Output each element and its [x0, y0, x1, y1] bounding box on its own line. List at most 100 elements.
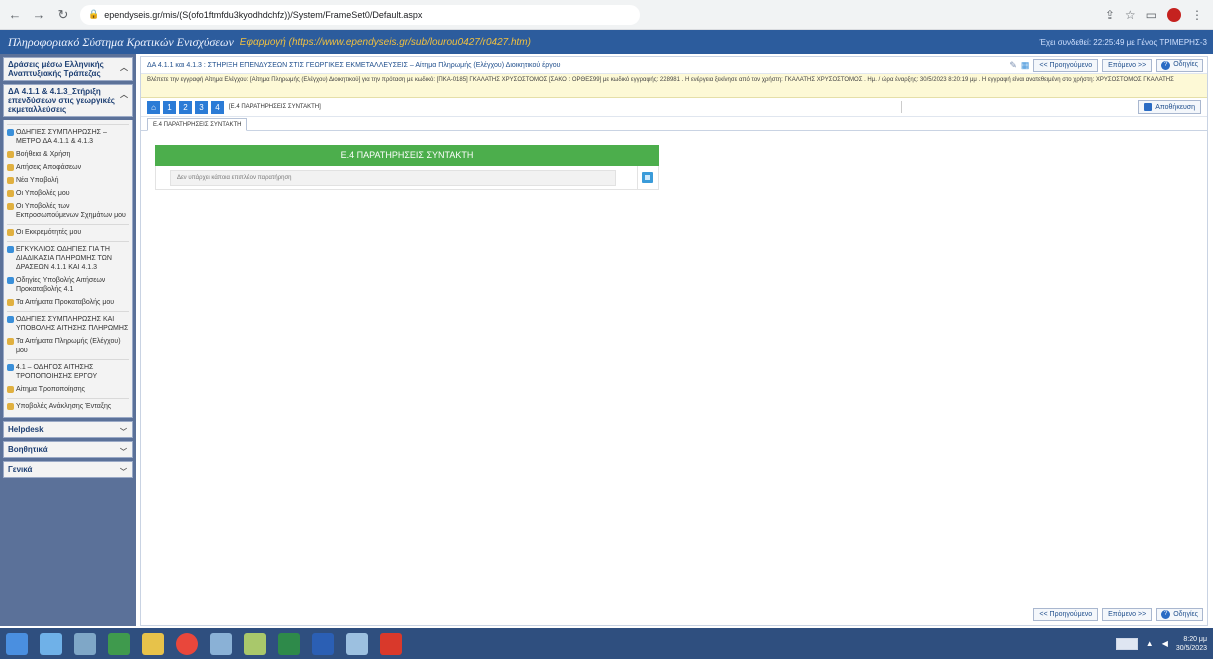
star-icon[interactable]: ☆	[1125, 8, 1136, 22]
sidebar-item-label: Νέα Υποβολή	[16, 177, 59, 184]
url-text: ependyseis.gr/mis/(S(ofo1ftmfdu3kyodhdch…	[104, 9, 423, 20]
sidebar-item[interactable]: ΟΔΗΓΙΕΣ ΣΥΜΠΛΗΡΩΣΗΣ – ΜΕΤΡΟ ΔΑ 4.1.1 & 4…	[7, 124, 129, 148]
sidebar-item-label: Αιτήσεις Αποφάσεων	[16, 164, 82, 171]
chevron-up-icon[interactable]: ︿	[120, 89, 128, 100]
reload-icon[interactable]: ↻	[54, 6, 72, 24]
volume-icon[interactable]: ◀	[1162, 639, 1168, 648]
sidebar-item[interactable]: Οι Υποβολές των Εκπροσωπούμενων Σχημάτων…	[7, 200, 129, 222]
sidebar-item[interactable]: Βοήθεια & Χρήση	[7, 148, 129, 161]
spreadsheet-icon[interactable]	[108, 632, 130, 655]
bullet-icon	[7, 403, 14, 410]
sidebar-subpanel-title-text: ΔΑ 4.1.1 & 4.1.3_Στήριξη επενδύσεων στις…	[8, 87, 115, 114]
sidebar-item[interactable]: 4.1 – ΟΔΗΓΟΣ ΑΙΤΗΣΗΣ ΤΡΟΠΟΠΟΙΗΣΗΣ ΕΡΓΟΥ	[7, 359, 129, 383]
plant-icon[interactable]	[244, 632, 266, 655]
help-button-bottom[interactable]: ? Οδηγίες	[1156, 608, 1203, 621]
step-1[interactable]: 1	[163, 100, 176, 114]
bullet-icon	[7, 316, 14, 323]
comment-field[interactable]: Δεν υπάρχει κάποια επιπλέον παρατήρηση	[170, 169, 616, 186]
prev-button[interactable]: << Προηγούμενο	[1033, 58, 1099, 72]
profile-avatar[interactable]	[1167, 7, 1181, 22]
bullet-icon	[7, 177, 14, 184]
chrome-icon[interactable]	[176, 632, 198, 655]
word-icon[interactable]	[312, 632, 334, 655]
app-icon[interactable]	[210, 632, 232, 655]
keyboard-icon[interactable]	[1115, 637, 1138, 650]
app-link[interactable]: Εφαρμογή (https://www.ependyseis.gr/sub/…	[240, 37, 531, 48]
folder-icon[interactable]	[142, 632, 164, 655]
share-icon[interactable]: ⇪	[1105, 8, 1115, 22]
ie-icon[interactable]	[40, 632, 62, 655]
sidebar-panel-collapsed[interactable]: Βοηθητικά ﹀	[3, 441, 133, 458]
chevron-up-icon[interactable]: ︿	[120, 62, 128, 73]
taskbar: ▲ ◀ 8:20 μμ 30/5/2023	[0, 628, 1213, 659]
sidebar-panel-title[interactable]: Δράσεις μέσω Ελληνικής Αναπτυξιακής Τράπ…	[3, 57, 133, 81]
sidebar-item-label: Υποβολές Ανάκλησης Ένταξης	[16, 403, 112, 410]
sidebar-item[interactable]: ΟΔΗΓΙΕΣ ΣΥΜΠΛΗΡΩΣΗΣ ΚΑΙ ΥΠΟΒΟΛΗΣ ΑΙΤΗΣΗΣ…	[7, 311, 129, 335]
sidebar-item-label: Οι Εκκρεμότητές μου	[16, 229, 82, 236]
sidebar-item[interactable]: ΕΓΚΥΚΛΙΟΣ ΟΔΗΓΙΕΣ ΓΙΑ ΤΗ ΔΙΑΔΙΚΑΣΙΑ ΠΛΗΡ…	[7, 241, 129, 274]
network-icon[interactable]: ▲	[1146, 639, 1154, 648]
sidebar-item[interactable]: Υποβολές Ανάκλησης Ένταξης	[7, 398, 129, 413]
sidebar-item[interactable]: Τα Αιτήματα Πληρωμής (Ελέγχου) μου	[7, 335, 129, 357]
step-4[interactable]: 4	[211, 100, 224, 114]
chevron-down-icon[interactable]: ﹀	[120, 447, 127, 457]
menu-icon[interactable]: ⋮	[1191, 8, 1203, 22]
bullet-icon	[7, 386, 14, 393]
sidebar-item[interactable]: Τα Αιτήματα Προκαταβολής μου	[7, 296, 129, 309]
help-icon: ?	[1161, 60, 1171, 70]
main-panel: ΔΑ 4.1.1 και 4.1.3 : ΣΤΗΡΙΞΗ ΕΠΕΝΔΥΣΕΩΝ …	[140, 56, 1208, 626]
pencil-icon[interactable]: ✎	[1009, 60, 1017, 71]
sidebar-panel-collapsed[interactable]: Γενικά ﹀	[3, 461, 133, 478]
tab-observations[interactable]: Ε.4 ΠΑΡΑΤΗΡΗΣΕΙΣ ΣΥΝΤΑΚΤΗ	[147, 118, 248, 131]
app-title: Πληροφοριακό Σύστημα Κρατικών Ενισχύσεων	[8, 34, 234, 49]
windows-start-icon[interactable]	[6, 632, 28, 655]
sidebar-item[interactable]: Νέα Υποβολή	[7, 174, 129, 187]
record-info-text: Βλέπετε την εγγραφή Αίτημα Ελέγχου: [Αίτ…	[147, 77, 1174, 83]
bullet-icon	[7, 151, 14, 158]
system-tray: ▲ ◀ 8:20 μμ 30/5/2023	[1115, 635, 1207, 653]
clock-time: 8:20 μμ	[1183, 635, 1207, 643]
sidebar-panel-title-text: Δράσεις μέσω Ελληνικής Αναπτυξιακής Τράπ…	[8, 60, 104, 78]
desktop-icon[interactable]	[74, 632, 96, 655]
step-navigation: ⌂ 1 2 3 4 [Ε.4 ΠΑΡΑΤΗΡΗΣΕΙΣ ΣΥΝΤΑΚΤΗ] Απ…	[141, 98, 1207, 117]
sidebar-item[interactable]: Οδηγίες Υποβολής Αιτήσεων Προκαταβολής 4…	[7, 274, 129, 296]
sidebar-item[interactable]: Οι Εκκρεμότητές μου	[7, 224, 129, 239]
clock[interactable]: 8:20 μμ 30/5/2023	[1176, 635, 1207, 653]
edit-icon[interactable]	[642, 172, 653, 183]
divider	[637, 166, 638, 190]
sidebar-panel-collapsed[interactable]: Helpdesk ﹀	[3, 421, 133, 438]
next-button[interactable]: Επόμενο >>	[1102, 58, 1153, 72]
step-3[interactable]: 3	[195, 100, 208, 114]
step-2[interactable]: 2	[179, 100, 192, 114]
help-button[interactable]: ? Οδηγίες	[1156, 58, 1203, 72]
sidebar-item-label: ΕΓΚΥΚΛΙΟΣ ΟΔΗΓΙΕΣ ΓΙΑ ΤΗ ΔΙΑΔΙΚΑΣΙΑ ΠΛΗΡ…	[16, 246, 112, 271]
window-icon[interactable]: ▭	[1146, 8, 1157, 22]
sidebar-item[interactable]: Αίτημα Τροποποίησης	[7, 383, 129, 396]
excel-icon[interactable]	[278, 632, 300, 655]
save-button[interactable]: Αποθήκευση	[1138, 100, 1201, 114]
clock-date: 30/5/2023	[1175, 644, 1207, 652]
sidebar-panel-label: Helpdesk	[8, 425, 44, 434]
sidebar-subpanel-title[interactable]: ΔΑ 4.1.1 & 4.1.3_Στήριξη επενδύσεων στις…	[3, 84, 133, 117]
address-bar[interactable]: 🔒 ependyseis.gr/mis/(S(ofo1ftmfdu3kyodhd…	[80, 4, 640, 25]
paint-icon[interactable]	[346, 632, 368, 655]
save-icon	[1144, 103, 1153, 111]
acrobat-icon[interactable]	[380, 632, 402, 655]
grid-icon[interactable]: ▦	[1021, 60, 1030, 71]
sidebar-panel-label: Βοηθητικά	[8, 445, 48, 454]
bottom-navigation: << Προηγούμενο Επόμενο >> ? Οδηγίες	[1033, 608, 1203, 621]
sidebar-panel-label: Γενικά	[8, 465, 33, 474]
session-info: Έχει συνδεθεί: 22:25:49 με Γένος ΤΡΙΜΕΡΗ…	[1039, 37, 1207, 47]
back-icon[interactable]: ←	[6, 6, 24, 24]
bullet-icon	[7, 299, 14, 306]
prev-button-bottom[interactable]: << Προηγούμενο	[1033, 608, 1099, 621]
home-icon[interactable]: ⌂	[147, 100, 160, 114]
chevron-down-icon[interactable]: ﹀	[120, 427, 127, 437]
sidebar-item[interactable]: Αιτήσεις Αποφάσεων	[7, 161, 129, 174]
divider	[901, 101, 902, 113]
forward-icon[interactable]: →	[30, 6, 48, 24]
next-button-bottom[interactable]: Επόμενο >>	[1102, 608, 1153, 621]
chevron-down-icon[interactable]: ﹀	[120, 467, 127, 477]
sidebar-item-label: Τα Αιτήματα Πληρωμής (Ελέγχου) μου	[16, 338, 121, 354]
sidebar-item[interactable]: Οι Υποβολές μου	[7, 187, 129, 200]
